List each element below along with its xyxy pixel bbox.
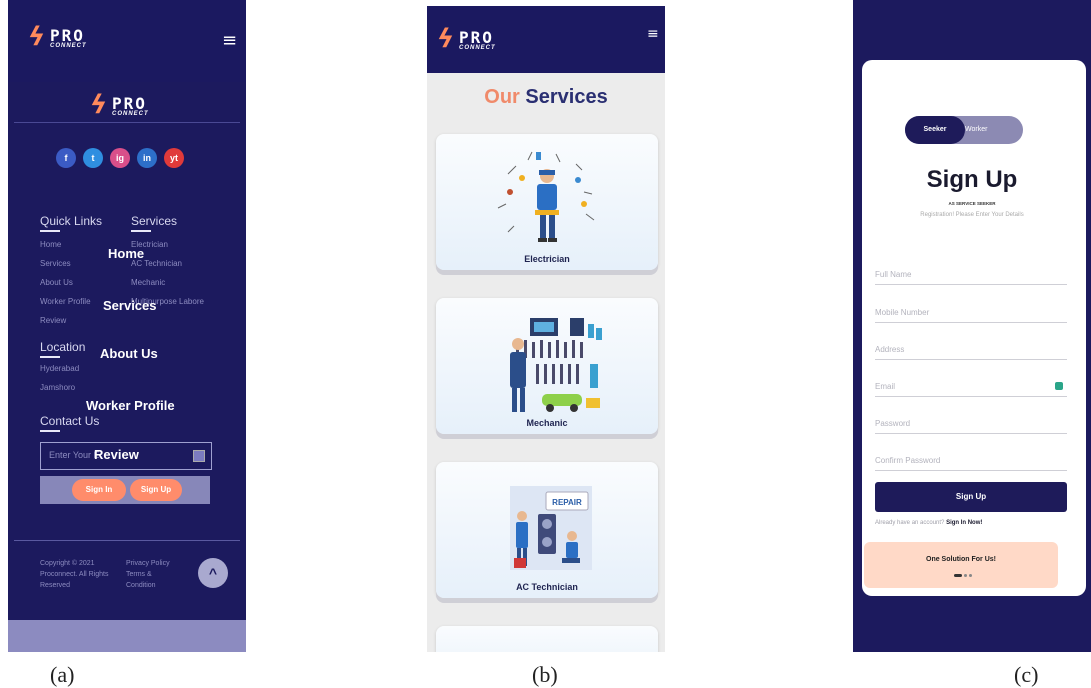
- caption-a: (a): [50, 662, 75, 687]
- service-card-ac-technician[interactable]: REPAIR AC Technician: [436, 462, 658, 598]
- password-field[interactable]: Password: [875, 417, 1067, 434]
- role-toggle[interactable]: Seeker Worker: [905, 116, 1023, 144]
- footer-menu-screen: ϟ PRO CONNECT ≡ ϟ PRO CONNECT f t ig in …: [8, 0, 246, 652]
- email-field[interactable]: Email: [875, 380, 1067, 397]
- signup-screen: Seeker Worker Sign Up AS SERVICE SEEKER …: [853, 0, 1091, 652]
- mobile-number-field[interactable]: Mobile Number: [875, 306, 1067, 323]
- caption-c: (c): [1014, 662, 1039, 687]
- caption-b: (b): [532, 662, 558, 687]
- service-card-mechanic[interactable]: Mechanic: [436, 298, 658, 434]
- signup-subtitle: AS SERVICE SEEKER: [948, 201, 996, 206]
- carousel-dot[interactable]: [964, 574, 967, 577]
- service-card-next[interactable]: [436, 626, 658, 652]
- heading-underline: [131, 230, 151, 232]
- signup-title: Sign Up: [926, 166, 1018, 193]
- address-field[interactable]: Address: [875, 343, 1067, 360]
- hamburger-icon[interactable]: ≡: [647, 26, 659, 42]
- linkedin-icon[interactable]: in: [137, 148, 157, 168]
- copyright-text: Copyright © 2021 Proconnect. All Rights …: [40, 560, 109, 589]
- terms-link[interactable]: Terms &: [126, 569, 170, 580]
- toggle-worker[interactable]: Worker: [965, 116, 1023, 144]
- location-jamshoro: Jamshoro: [40, 383, 76, 392]
- location-heading: Location: [40, 340, 86, 354]
- confirm-password-field[interactable]: Confirm Password: [875, 454, 1067, 471]
- menu-item-review[interactable]: Review: [94, 447, 139, 462]
- repair-banner: REPAIR: [552, 498, 582, 507]
- signup-description: Registration! Please Enter Your Details: [920, 212, 1024, 218]
- footer-link-home[interactable]: Home: [40, 240, 61, 249]
- footer-divider: [14, 540, 240, 541]
- menu-item-home[interactable]: Home: [108, 246, 144, 261]
- app-logo[interactable]: ϟ PRO CONNECT: [437, 24, 547, 58]
- toggle-seeker[interactable]: Seeker: [905, 116, 965, 144]
- service-label: Electrician: [524, 254, 570, 264]
- services-screen: ϟ PRO CONNECT ≡ Our Services Electrician…: [427, 6, 665, 652]
- email-icon: [1055, 382, 1063, 390]
- electrician-illustration: [497, 151, 595, 242]
- youtube-icon[interactable]: yt: [164, 148, 184, 168]
- footer-link-worker-profile[interactable]: Worker Profile: [40, 297, 91, 306]
- footer-logo: ϟ PRO CONNECT: [90, 90, 149, 120]
- facebook-icon[interactable]: f: [56, 148, 76, 168]
- already-account-text: Already have an account? Sign In Now!: [875, 520, 983, 526]
- app-header: ϟ PRO CONNECT ≡: [8, 0, 246, 82]
- carousel-dot[interactable]: [969, 574, 972, 577]
- instagram-icon[interactable]: ig: [110, 148, 130, 168]
- sign-in-button[interactable]: Sign In: [72, 479, 126, 501]
- promo-banner: One Solution For Us!: [864, 542, 1058, 588]
- service-card-electrician[interactable]: Electrician: [436, 134, 658, 270]
- footer-service-mechanic[interactable]: Mechanic: [131, 278, 165, 287]
- runner-logo-icon: ϟ: [437, 24, 455, 54]
- footer-link-about[interactable]: About Us: [40, 278, 73, 287]
- app-header: ϟ PRO CONNECT ≡: [427, 6, 665, 73]
- runner-logo-icon: ϟ: [90, 90, 108, 120]
- privacy-policy-link[interactable]: Privacy Policy: [126, 558, 170, 569]
- twitter-icon[interactable]: t: [83, 148, 103, 168]
- quick-links-heading: Quick Links: [40, 214, 103, 228]
- services-heading: Services: [131, 214, 178, 228]
- sign-up-button[interactable]: Sign Up: [130, 479, 182, 501]
- auth-button-bar: Sign In Sign Up: [40, 476, 210, 504]
- runner-logo-icon: ϟ: [28, 22, 46, 52]
- legal-links: Privacy Policy Terms & Condition: [126, 558, 170, 589]
- menu-item-worker-profile[interactable]: Worker Profile: [86, 398, 175, 413]
- heading-underline: [40, 356, 60, 358]
- mechanic-illustration: [510, 318, 602, 412]
- email-icon: [193, 450, 205, 462]
- app-logo[interactable]: ϟ PRO CONNECT: [28, 22, 138, 56]
- bottom-band: [8, 620, 246, 652]
- service-label: AC Technician: [516, 582, 578, 592]
- heading-underline: [40, 230, 60, 232]
- chevron-up-icon[interactable]: ^: [198, 558, 228, 588]
- divider: [14, 122, 240, 123]
- location-hyderabad: Hyderabad: [40, 364, 80, 373]
- page-title: Our Services: [484, 86, 608, 108]
- menu-item-services[interactable]: Services: [103, 298, 157, 313]
- carousel-dot-active[interactable]: [954, 574, 962, 577]
- contact-heading: Contact Us: [40, 414, 100, 428]
- footer-link-review[interactable]: Review: [40, 316, 66, 325]
- service-label: Mechanic: [526, 418, 568, 428]
- sign-up-button[interactable]: Sign Up: [875, 482, 1067, 512]
- footer-link-services[interactable]: Services: [40, 259, 71, 268]
- sign-in-link[interactable]: Sign In Now!: [946, 520, 982, 526]
- full-name-field[interactable]: Full Name: [875, 268, 1067, 285]
- menu-item-about-us[interactable]: About Us: [100, 346, 158, 361]
- ac-technician-illustration: REPAIR: [510, 486, 592, 570]
- heading-underline: [40, 430, 60, 432]
- hamburger-icon[interactable]: ≡: [222, 30, 237, 51]
